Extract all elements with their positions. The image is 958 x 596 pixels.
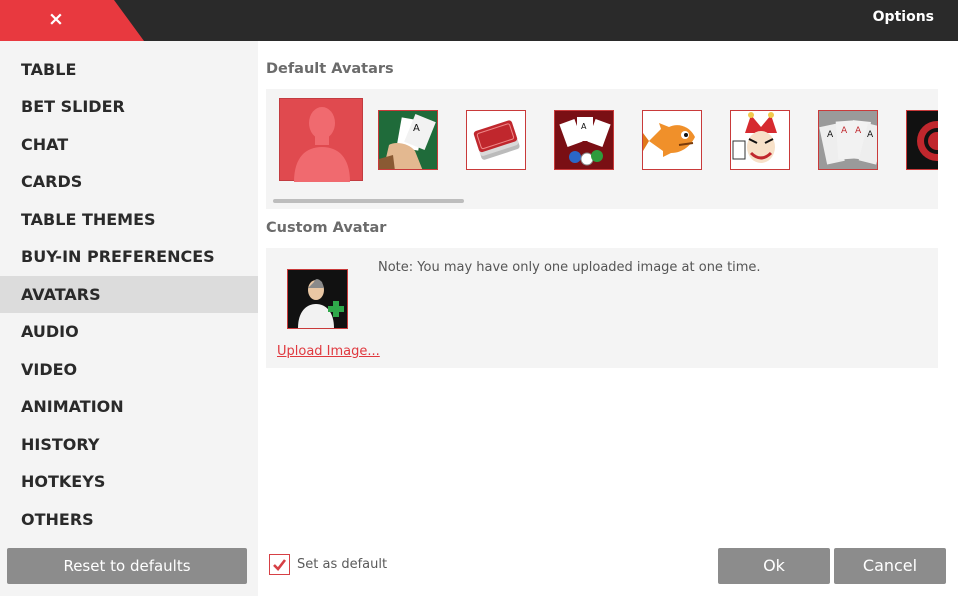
sidebar-item-cards[interactable]: CARDS [0,163,258,200]
hand-holding-cards-icon: A [379,111,437,169]
sidebar-item-table-themes[interactable]: TABLE THEMES [0,201,258,238]
close-button[interactable]: × [0,0,144,41]
ok-button[interactable]: Ok [718,548,830,584]
default-avatars-heading: Default Avatars [266,61,394,77]
checkmark-icon [273,559,287,571]
default-avatars-panel: A A A A A A [266,89,938,209]
sidebar-item-bet-slider[interactable]: BET SLIDER [0,88,258,125]
title-bar: × Options [0,0,958,41]
sidebar-item-table[interactable]: TABLE [0,51,258,88]
sidebar-item-buy-in-preferences[interactable]: BUY-IN PREFERENCES [0,238,258,275]
add-user-icon [288,270,347,328]
avatar-option-poker-chip[interactable] [906,110,938,170]
svg-text:A: A [827,130,834,140]
set-default-label: Set as default [297,557,388,572]
card-deck-icon [467,111,525,169]
upload-note: Note: You may have only one uploaded ima… [378,260,761,275]
svg-text:A: A [867,130,874,140]
svg-text:A: A [841,126,848,136]
avatar-option-four-aces[interactable]: A A A A [818,110,878,170]
sidebar-item-others[interactable]: OTHERS [0,501,258,538]
avatar-option-person[interactable] [279,98,363,182]
upload-avatar-thumbnail[interactable] [287,269,348,329]
sidebar-item-chat[interactable]: CHAT [0,126,258,163]
svg-text:A: A [413,123,420,134]
close-icon[interactable]: × [47,8,65,30]
reset-defaults-button[interactable]: Reset to defaults [7,548,247,584]
set-default-checkbox[interactable] [269,554,290,575]
cartoon-fish-icon [643,111,701,169]
main-content: Default Avatars A A A A A A Custom Avata… [258,41,958,596]
sidebar: TABLE BET SLIDER CHAT CARDS TABLE THEMES… [0,41,258,596]
poker-chip-icon [907,111,938,169]
sidebar-item-audio[interactable]: AUDIO [0,313,258,350]
avatars-scrollbar[interactable] [273,199,464,203]
window-title: Options [872,9,934,25]
sidebar-item-animation[interactable]: ANIMATION [0,388,258,425]
cancel-button[interactable]: Cancel [834,548,946,584]
cards-and-chips-icon: A [555,111,613,169]
svg-text:A: A [581,122,587,131]
sidebar-item-hotkeys[interactable]: HOTKEYS [0,463,258,500]
sidebar-item-history[interactable]: HISTORY [0,426,258,463]
joker-icon [731,111,789,169]
avatar-option-fish[interactable] [642,110,702,170]
upload-image-link[interactable]: Upload Image... [277,344,380,359]
custom-avatar-heading: Custom Avatar [266,220,387,236]
avatar-option-card-deck[interactable] [466,110,526,170]
sidebar-item-video[interactable]: VIDEO [0,351,258,388]
svg-text:A: A [855,126,862,136]
avatar-option-hand-cards[interactable]: A [378,110,438,170]
avatar-option-cards-chips[interactable]: A [554,110,614,170]
custom-avatar-panel: Note: You may have only one uploaded ima… [266,248,938,368]
four-aces-icon: A A A A [819,111,877,169]
avatar-option-joker[interactable] [730,110,790,170]
sidebar-item-avatars[interactable]: AVATARS [0,276,258,313]
person-silhouette-icon [294,107,350,182]
